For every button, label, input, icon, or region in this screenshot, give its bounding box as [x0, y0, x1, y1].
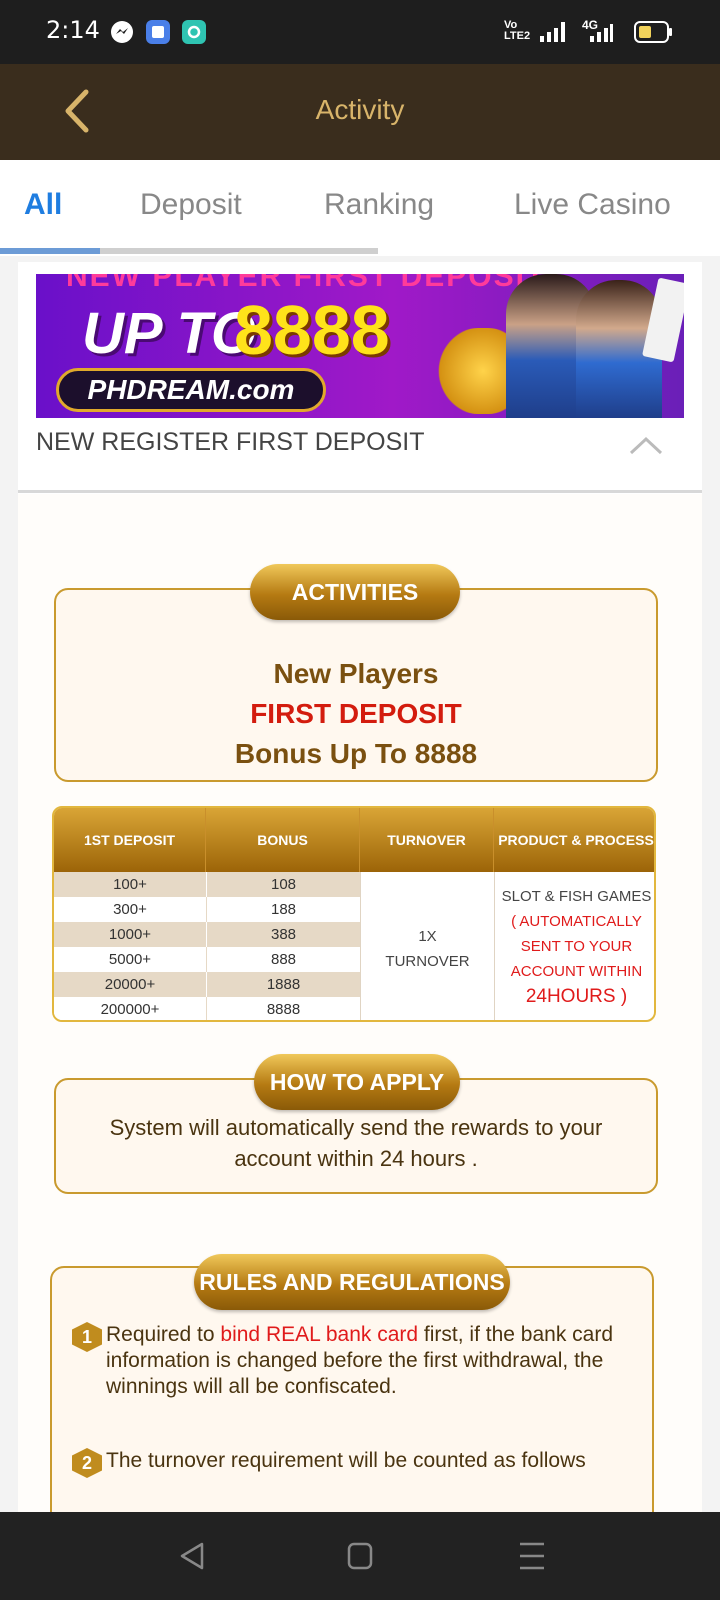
cell-deposit: 100+ [113, 876, 147, 893]
rule-number-1: 1 [72, 1322, 102, 1352]
cell-bonus: 188 [206, 897, 360, 922]
cell-deposit: 20000+ [104, 976, 156, 993]
tab-active-indicator [0, 248, 100, 254]
app-icon-blue [146, 20, 170, 44]
tab-live-casino[interactable]: Live Casino [514, 188, 671, 222]
activities-line-3: Bonus Up To 8888 [234, 738, 478, 769]
divider [18, 490, 702, 493]
menu-lines-icon [520, 1542, 544, 1570]
cell-process: SLOT & FISH GAMES ( AUTOMATICALLY SENT T… [494, 872, 654, 1020]
cell-deposit: 1000+ [108, 926, 152, 943]
process-line-1: SLOT & FISH GAMES [501, 888, 652, 905]
cell-deposit: 200000+ [100, 1001, 160, 1018]
app-icon-teal [182, 20, 206, 44]
status-bar: 2:14 Vo LTE2 4G [0, 0, 720, 64]
process-line-4: ACCOUNT WITHIN [510, 963, 643, 980]
apply-text-2: account within 24 hours . [234, 1146, 478, 1171]
app-header: Activity [0, 64, 720, 160]
cell-bonus: 888 [206, 947, 360, 972]
volte-icon: Vo LTE2 [504, 19, 531, 42]
activities-line-2: FIRST DEPOSIT [250, 698, 462, 729]
brand-logo: PHDREAM.com [56, 368, 326, 412]
rule-number-2: 2 [72, 1448, 102, 1478]
table-row: 100+ 108 [54, 872, 360, 897]
status-time: 2:14 [46, 16, 100, 44]
turnover-line-1: 1X [418, 928, 437, 945]
process-line-5: 24HOURS ) [525, 986, 628, 1007]
promo-detail-poster: New Players FIRST DEPOSIT Bonus Up To 88… [18, 494, 702, 1512]
table-row: 200000+ 8888 [54, 997, 360, 1020]
cell-bonus: 388 [206, 922, 360, 947]
cell-turnover: 1X TURNOVER [360, 872, 494, 1020]
bonus-table: 1ST DEPOSIT BONUS TURNOVER PRODUCT & PRO… [52, 806, 656, 1022]
process-line-3: SENT TO YOUR [520, 938, 633, 955]
banner-upto: UP TO [82, 301, 257, 366]
process-line-2: ( AUTOMATICALLY [511, 913, 642, 930]
cell-bonus: 1888 [206, 972, 360, 997]
cell-bonus: 8888 [206, 997, 360, 1020]
cell-bonus: 108 [206, 872, 360, 897]
rule-1-highlight: bind REAL bank card [220, 1323, 419, 1346]
activities-badge: ACTIVITIES [250, 564, 460, 620]
how-to-apply-badge: HOW TO APPLY [254, 1054, 460, 1110]
rules-badge: RULES AND REGULATIONS [194, 1254, 510, 1310]
rule-item-2: 2 The turnover requirement will be count… [72, 1448, 636, 1478]
system-nav-bar [0, 1512, 720, 1600]
rule-1-pre: Required to [106, 1323, 221, 1346]
table-row: 5000+ 888 [54, 947, 360, 972]
square-home-icon [347, 1542, 373, 1570]
col-turnover: TURNOVER [360, 808, 494, 872]
table-header: 1ST DEPOSIT BONUS TURNOVER PRODUCT & PRO… [54, 808, 654, 872]
col-bonus: BONUS [206, 808, 360, 872]
tab-deposit[interactable]: Deposit [140, 188, 242, 222]
messenger-icon [110, 20, 134, 44]
page-title: Activity [315, 94, 405, 125]
nav-home-button[interactable] [340, 1538, 380, 1574]
banner-amount: 8888 [234, 291, 390, 369]
cell-deposit: 300+ [113, 901, 147, 918]
category-tabs: All Deposit Ranking Live Casino [0, 160, 720, 256]
signal-icon-2 [588, 22, 614, 49]
promo-banner[interactable]: NEW PLAYER FIRST DEPOSIT UP TO 8888 PHDR… [36, 274, 684, 418]
tab-ranking[interactable]: Ranking [324, 188, 434, 222]
promo-title: NEW REGISTER FIRST DEPOSIT [36, 428, 425, 456]
rule-2-pre: The turnover requirement will be counted… [106, 1449, 586, 1472]
signal-icon-1 [538, 20, 568, 49]
table-row: 20000+ 1888 [54, 972, 360, 997]
col-deposit: 1ST DEPOSIT [54, 808, 206, 872]
turnover-line-2: TURNOVER [385, 953, 470, 970]
collapse-chevron-up-icon[interactable] [628, 434, 664, 456]
activities-line-1: New Players [273, 658, 439, 689]
col-process: PRODUCT & PROCESS [498, 832, 654, 848]
cell-deposit: 5000+ [108, 951, 152, 968]
nav-back-button[interactable] [172, 1538, 212, 1574]
table-row: 1000+ 388 [54, 922, 360, 947]
apply-text-1: System will automatically send the rewar… [109, 1115, 603, 1140]
tab-all[interactable]: All [24, 188, 62, 222]
triangle-back-icon [180, 1542, 204, 1570]
battery-icon [634, 20, 674, 49]
rule-item-1: 1 Required to bind REAL bank card first,… [72, 1322, 636, 1400]
table-row: 300+ 188 [54, 897, 360, 922]
nav-recents-button[interactable] [512, 1538, 552, 1574]
promo-content[interactable]: NEW PLAYER FIRST DEPOSIT UP TO 8888 PHDR… [18, 262, 702, 1512]
